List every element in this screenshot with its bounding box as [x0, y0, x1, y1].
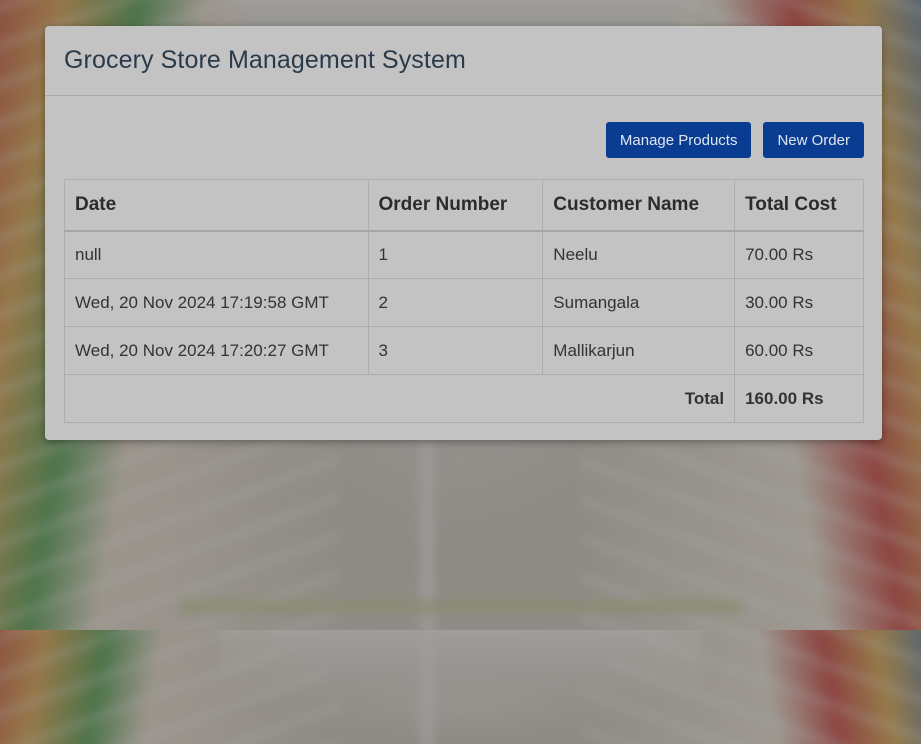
cell-customer-name: Mallikarjun: [542, 326, 736, 375]
cell-customer-name: Sumangala: [542, 278, 736, 327]
column-header-total-cost: Total Cost: [734, 179, 864, 232]
total-label: Total: [63, 374, 736, 423]
cell-total-cost: 60.00 Rs: [734, 326, 864, 375]
cell-customer-name: Neelu: [542, 230, 736, 279]
card-header: Grocery Store Management System: [45, 26, 882, 96]
table-row: Wed, 20 Nov 2024 17:20:27 GMT 3 Mallikar…: [64, 326, 864, 375]
column-header-date: Date: [64, 179, 369, 232]
toolbar: Manage Products New Order: [605, 122, 864, 158]
cell-date: Wed, 20 Nov 2024 17:20:27 GMT: [64, 326, 369, 375]
cell-order-number: 2: [367, 278, 544, 327]
column-header-customer-name: Customer Name: [542, 179, 736, 232]
cell-date: Wed, 20 Nov 2024 17:19:58 GMT: [64, 278, 369, 327]
cell-total-cost: 30.00 Rs: [734, 278, 864, 327]
column-header-order-number: Order Number: [367, 179, 544, 232]
cell-date: null: [64, 230, 369, 279]
page-title: Grocery Store Management System: [64, 46, 466, 74]
cell-order-number: 3: [367, 326, 544, 375]
background-image-repeat: [0, 630, 921, 744]
manage-products-button[interactable]: Manage Products: [605, 122, 752, 158]
cell-order-number: 1: [367, 230, 544, 279]
total-value: 160.00 Rs: [734, 374, 864, 423]
table-header-row: Date Order Number Customer Name Total Co…: [64, 179, 864, 232]
main-card: Grocery Store Management System Manage P…: [45, 26, 882, 440]
table-row: Wed, 20 Nov 2024 17:19:58 GMT 2 Sumangal…: [64, 278, 864, 327]
cell-total-cost: 70.00 Rs: [734, 230, 864, 279]
new-order-button[interactable]: New Order: [763, 122, 864, 158]
orders-table: Date Order Number Customer Name Total Co…: [63, 179, 864, 423]
table-row: null 1 Neelu 70.00 Rs: [64, 230, 864, 279]
table-total-row: Total 160.00 Rs: [63, 374, 864, 423]
